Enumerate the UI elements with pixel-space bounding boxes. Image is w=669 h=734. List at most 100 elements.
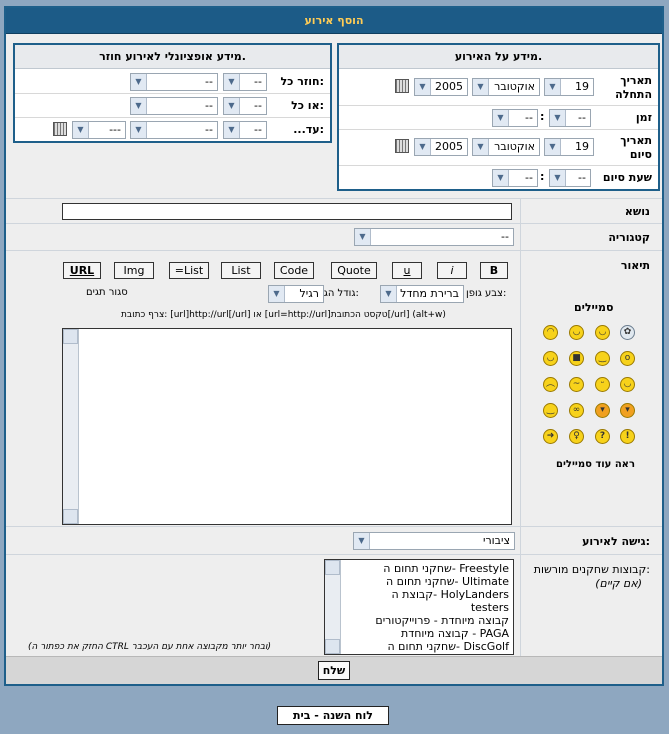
smile-smiley-icon[interactable]: ◡ <box>569 325 584 340</box>
access-label: גישה לאירוע: <box>582 535 650 548</box>
groups-label: קבוצות שחקנים מורשות: <box>533 563 650 576</box>
scroll-down-icon[interactable] <box>325 639 340 654</box>
subject-input[interactable] <box>62 203 512 220</box>
neutral-smiley-icon[interactable]: ‿ <box>595 351 610 366</box>
end-hour-select[interactable]: ▼ -- <box>549 169 591 187</box>
tongue-smiley-icon[interactable]: ᵕ <box>595 377 610 392</box>
img-button[interactable]: Img <box>114 262 154 279</box>
big-grin-smiley-icon[interactable]: ◡ <box>620 377 635 392</box>
submit-bar: שלח <box>6 656 662 684</box>
groups-scrollbar[interactable] <box>325 560 341 654</box>
list-ordered-button[interactable]: =List <box>169 262 209 279</box>
description-label: תיאור <box>620 259 650 272</box>
eek-smiley-icon[interactable]: o <box>620 351 635 366</box>
group-option[interactable]: שחקני תחום ה- DiscGolf <box>387 640 509 653</box>
start-month-select[interactable]: ▼ אוקטובר <box>472 78 540 96</box>
recurring-info-box: מידע אופציונלי לאירוע חוזר. חוזר כל: ▼ --… <box>13 43 332 143</box>
description-row: תיאור סמיילים ✿ ◡ ◡ ◠ o ‿ ■ ◡ ◡ ᵕ ~ ︵ ▾ … <box>6 250 662 527</box>
group-option[interactable]: שחקני תחום ה- Ultimate <box>386 575 509 588</box>
start-year-select[interactable]: ▼ 2005 <box>414 78 468 96</box>
scroll-up-icon[interactable] <box>325 560 340 575</box>
rolleyes-smiley-icon[interactable]: ∞ <box>569 403 584 418</box>
twisted-smiley-icon[interactable]: ▾ <box>595 403 610 418</box>
question-smiley-icon[interactable]: ? <box>595 429 610 444</box>
access-select[interactable]: ▼ ציבורי <box>353 532 515 550</box>
description-textarea[interactable] <box>62 328 512 525</box>
chevron-down-icon: ▼ <box>269 286 285 302</box>
url-hint: צרף כתובת: [url]http://url[/url] או [url… <box>121 310 446 320</box>
until-month-select[interactable]: ▼ -- <box>130 121 218 139</box>
repeat-every-number-select[interactable]: ▼ -- <box>223 73 267 91</box>
laugh-smiley-icon[interactable]: ◡ <box>543 351 558 366</box>
arrow-smiley-icon[interactable]: ➜ <box>543 429 558 444</box>
bold-button[interactable]: B <box>480 262 508 279</box>
grin-smiley-icon[interactable]: ◡ <box>595 325 610 340</box>
cool-smiley-icon[interactable]: ■ <box>569 351 584 366</box>
sad-smiley-icon[interactable]: ◠ <box>543 325 558 340</box>
category-select[interactable]: ▼ -- <box>354 228 514 246</box>
end-date-row: תאריך סיום ▼ 19 ▼ אוקטובר ▼ 2005 <box>339 130 658 166</box>
groups-row: קבוצות שחקנים מורשות: (אם קיים) (החזק את… <box>6 554 662 657</box>
end-year-select[interactable]: ▼ 2005 <box>414 138 468 156</box>
or-every-unit-select[interactable]: ▼ -- <box>130 97 218 115</box>
calendar-icon[interactable] <box>395 139 409 153</box>
chevron-down-icon: ▼ <box>73 122 89 138</box>
submit-button[interactable]: שלח <box>318 661 350 680</box>
chevron-down-icon: ▼ <box>355 229 371 245</box>
group-option[interactable]: שחקני תחום ה- Freestyle <box>383 562 509 575</box>
time-row: זמן ▼ -- : ▼ -- <box>339 106 658 130</box>
mad-smiley-icon[interactable]: ︵ <box>543 377 558 392</box>
end-minute-select[interactable]: ▼ -- <box>492 169 538 187</box>
wink-smiley-icon[interactable]: ‿ <box>543 403 558 418</box>
group-option[interactable]: קבוצה מיוחדת - PAGA <box>401 627 509 640</box>
scroll-down-icon[interactable] <box>63 509 78 524</box>
chevron-down-icon: ▼ <box>381 286 397 302</box>
idea-smiley-icon[interactable]: ♀ <box>569 429 584 444</box>
textarea-scrollbar[interactable] <box>63 329 79 524</box>
underline-button[interactable]: u <box>392 262 422 279</box>
groups-listbox[interactable]: שחקני תחום ה- Freestyle שחקני תחום ה- Ul… <box>324 559 514 655</box>
group-option[interactable]: קבוצה מיוחדת - פרוייקטורים <box>375 614 509 627</box>
start-day-select[interactable]: ▼ 19 <box>544 78 594 96</box>
list-button[interactable]: List <box>221 262 261 279</box>
group-option[interactable]: testers <box>471 601 509 614</box>
chevron-down-icon: ▼ <box>550 170 566 186</box>
repeat-every-label: חוזר כל: <box>280 75 324 88</box>
until-label: ...עד: <box>293 123 324 136</box>
calendar-icon[interactable] <box>395 79 409 93</box>
close-tags-link[interactable]: סגור תגים <box>86 287 128 298</box>
confused-smiley-icon[interactable]: ~ <box>569 377 584 392</box>
time-hour-select[interactable]: ▼ -- <box>549 109 591 127</box>
calendar-icon[interactable] <box>53 122 67 136</box>
time-minute-select[interactable]: ▼ -- <box>492 109 538 127</box>
until-day-select[interactable]: ▼ -- <box>223 121 267 139</box>
time-label: זמן <box>635 111 652 124</box>
calendar-home-link[interactable]: לוח השנה - בית <box>277 706 389 725</box>
font-color-select[interactable]: ▼ ברירת מחדל <box>380 285 464 303</box>
chevron-down-icon: ▼ <box>415 79 431 95</box>
start-date-label: תאריך התחלה <box>615 74 652 101</box>
wave-smiley-icon[interactable]: ✿ <box>620 325 635 340</box>
until-year-select[interactable]: ▼ --- <box>72 121 126 139</box>
italic-button[interactable]: i <box>437 262 467 279</box>
chevron-down-icon: ▼ <box>131 122 147 138</box>
exclaim-smiley-icon[interactable]: ! <box>620 429 635 444</box>
end-time-label: שעת סיום <box>602 171 652 184</box>
quote-button[interactable]: Quote <box>331 262 377 279</box>
chevron-down-icon: ▼ <box>415 139 431 155</box>
end-day-select[interactable]: ▼ 19 <box>544 138 594 156</box>
code-button[interactable]: Code <box>274 262 314 279</box>
group-option[interactable]: קבוצת ה- HolyLanders <box>392 588 510 601</box>
scroll-up-icon[interactable] <box>63 329 78 344</box>
chevron-down-icon: ▼ <box>224 74 240 90</box>
evil-smiley-icon[interactable]: ▾ <box>620 403 635 418</box>
repeat-every-unit-select[interactable]: ▼ -- <box>130 73 218 91</box>
more-smilies-link[interactable]: ראה עוד סמיילים <box>556 459 635 470</box>
groups-sublabel: (אם קיים) <box>595 577 642 590</box>
font-size-select[interactable]: ▼ רגיל <box>268 285 324 303</box>
event-form-frame: הוסף אירוע מידע על האירוע. תאריך התחלה ▼… <box>4 6 664 686</box>
time-colon: : <box>540 110 545 123</box>
or-every-number-select[interactable]: ▼ -- <box>223 97 267 115</box>
end-month-select[interactable]: ▼ אוקטובר <box>472 138 540 156</box>
url-button[interactable]: URL <box>63 262 101 279</box>
